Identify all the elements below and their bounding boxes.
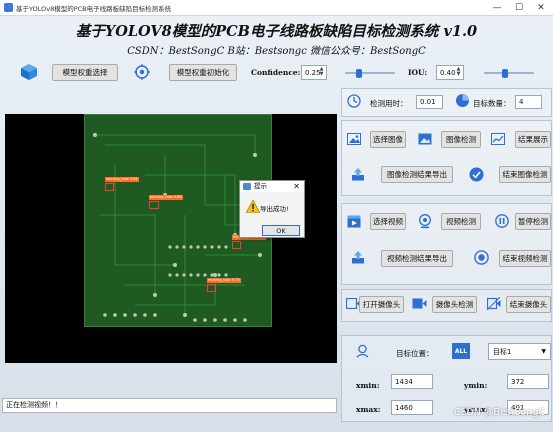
model-weight-select-button[interactable]: 模型权重选择 (52, 64, 118, 81)
video-camera-icon (412, 298, 427, 309)
window-titlebar: 基于YOLOv8模型的PCB电子线路板缺陷目标检测系统 — ☐ ✕ (0, 0, 553, 16)
target-position-label: 目标位置： (396, 349, 434, 358)
check-circle-icon (469, 167, 484, 182)
spin-arrows-icon[interactable]: ▲ ▼ (455, 67, 462, 78)
slider-track (484, 72, 534, 74)
camera-detect-button[interactable]: 摄像头检测 (432, 296, 477, 313)
clock-icon (347, 94, 361, 108)
slider-handle[interactable] (356, 68, 362, 78)
detection-label: missing_hole 0.86 (149, 195, 183, 200)
end-camera-button[interactable]: 结束摄像头 (506, 296, 551, 313)
upload-tray-icon (352, 168, 364, 181)
video-file-icon (347, 215, 361, 228)
webcam-icon (419, 214, 431, 229)
confidence-slider[interactable] (345, 68, 395, 78)
spin-arrows-icon[interactable]: ▲ ▼ (318, 67, 325, 78)
image-viewer: missing_hole 0.86 missing_hole 0.85 miss… (5, 114, 337, 363)
gallery-icon (418, 133, 432, 145)
open-camera-button[interactable]: 打开摄像头 (359, 296, 404, 313)
dialog-app-icon (243, 183, 251, 190)
slider-track (345, 72, 395, 74)
export-image-results-button[interactable]: 图像检测结果导出 (381, 166, 453, 183)
iou-label: IOU: (408, 68, 428, 77)
chevron-down-icon[interactable]: ▼ (541, 348, 546, 355)
ymin-field: 372 (507, 374, 549, 389)
xmin-field: 1434 (391, 374, 433, 389)
dialog-ok-button[interactable]: OK (262, 225, 300, 236)
watermark: CSDN @BestSongC (453, 407, 545, 418)
video-detect-button[interactable]: 视频检测 (441, 213, 481, 230)
maximize-button[interactable]: ☐ (508, 0, 530, 16)
slider-handle[interactable] (502, 68, 508, 78)
detection-label: missing_hole 0.79 (207, 278, 241, 283)
cube-icon (21, 64, 37, 80)
iou-spinbox[interactable]: 0.40 ▲ ▼ (436, 65, 464, 80)
iou-slider[interactable] (484, 68, 534, 78)
target-select-value: 目标1 (493, 347, 512, 356)
iou-value: 0.40 (440, 68, 456, 77)
upload-tray-icon (352, 251, 364, 264)
end-video-detection-button[interactable]: 结束视频检测 (499, 250, 551, 267)
pie-chart-icon (456, 94, 469, 107)
app-subtitle: CSDN：BestSongC B站：Bestsongc 微信公众号：BestSo… (127, 46, 426, 57)
export-video-results-button[interactable]: 视频检测结果导出 (381, 250, 453, 267)
end-image-detection-button[interactable]: 结束图像检测 (499, 166, 551, 183)
close-window-button[interactable]: ✕ (530, 0, 552, 16)
dialog-message: 导出成功! (260, 205, 289, 213)
select-video-button[interactable]: 选择视频 (370, 213, 406, 230)
detection-box (105, 183, 114, 191)
detect-time-field: 0.01 (416, 95, 443, 109)
xmax-field: 1460 (391, 400, 433, 415)
select-image-button[interactable]: 选择图像 (370, 131, 406, 148)
detect-time-label: 检测用时： (370, 99, 408, 108)
target-select-dropdown[interactable]: 目标1 ▼ (488, 343, 551, 360)
show-results-button[interactable]: 结果展示 (515, 131, 551, 148)
dialog-close-button[interactable]: ✕ (293, 181, 300, 192)
pause-icon (495, 214, 509, 228)
message-dialog: 提示 ✕ 导出成功! OK (239, 180, 305, 238)
window-title: 基于YOLOv8模型的PCB电子线路板缺陷目标检测系统 (16, 5, 172, 13)
all-targets-icon: ALL (452, 343, 470, 359)
model-weight-init-button[interactable]: 模型权重初始化 (169, 64, 237, 81)
camera-off-icon (487, 297, 501, 310)
xmax-label: xmax: (356, 405, 381, 414)
detection-label: missing_hole 0.85 (105, 177, 139, 182)
confidence-label: Confidence: (251, 68, 301, 77)
line-chart-icon (491, 133, 505, 145)
detection-box (207, 284, 216, 292)
status-bar: 正在检测视频！！ (2, 398, 337, 413)
detection-box (149, 201, 159, 209)
ymin-label: ymin: (464, 381, 488, 390)
image-detect-button[interactable]: 图像检测 (441, 131, 481, 148)
pause-detection-button[interactable]: 暂停检测 (515, 213, 551, 230)
minimize-button[interactable]: — (486, 0, 508, 16)
app-title: 基于YOLOV8模型的PCB电子线路板缺陷目标检测系统 v1.0 (75, 23, 478, 40)
xmin-label: xmin: (356, 381, 380, 390)
stop-circle-icon (474, 250, 489, 265)
detection-box (232, 241, 241, 249)
target-count-field: 4 (515, 95, 542, 109)
location-pin-icon (356, 344, 369, 358)
app-icon (4, 3, 13, 12)
confidence-spinbox[interactable]: 0.25 ▲ ▼ (301, 65, 327, 80)
image-icon (347, 133, 361, 145)
warning-icon (246, 200, 260, 213)
target-icon (134, 64, 150, 80)
target-count-label: 目标数量： (473, 99, 511, 108)
